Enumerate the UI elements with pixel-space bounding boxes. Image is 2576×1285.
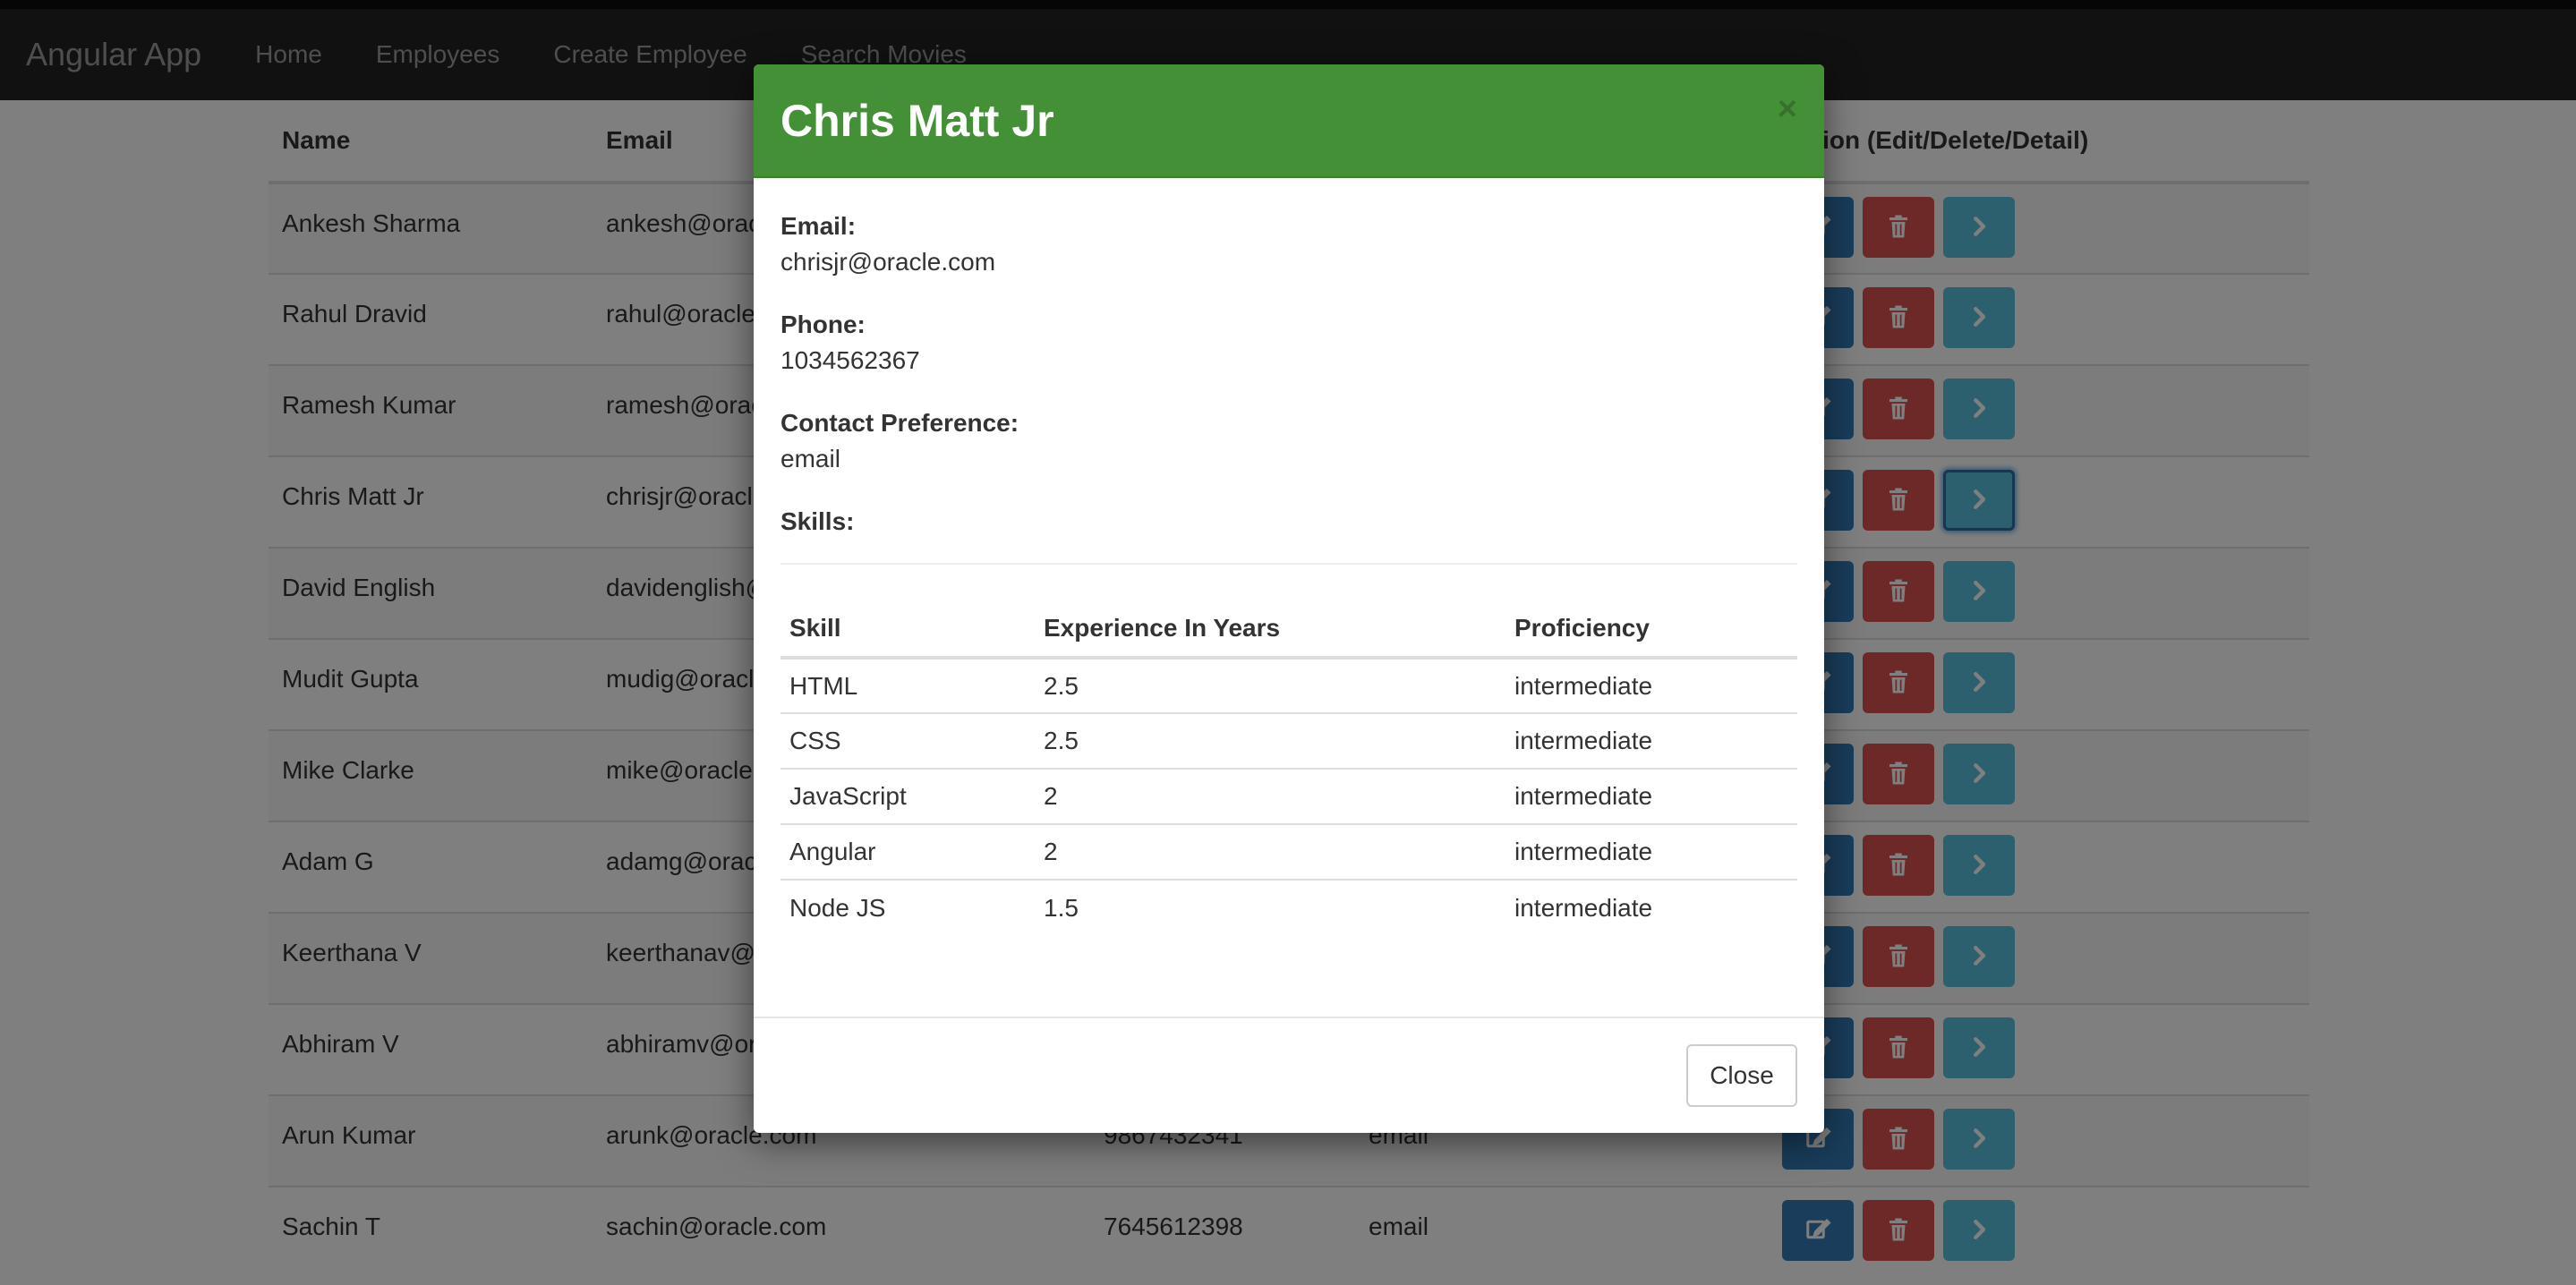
skill-name: JavaScript <box>780 768 1035 824</box>
skill-proficiency: intermediate <box>1506 712 1797 769</box>
modal-header: Chris Matt Jr × <box>754 64 1824 178</box>
skills-table-body: HTML 2.5 intermediate CSS 2.5 intermediate Jav… <box>780 658 1797 935</box>
skill-years: 1.5 <box>1035 879 1506 935</box>
skill-row: HTML 2.5 intermediate <box>780 658 1797 713</box>
phone-value: 1034562367 <box>780 346 920 374</box>
skill-name: HTML <box>789 671 858 700</box>
email-label: Email: <box>780 212 857 240</box>
skill-proficiency: intermediate <box>1506 768 1797 824</box>
skill-name: CSS <box>780 712 1035 769</box>
skills-header-skill: Skill <box>780 600 1035 660</box>
skill-years: 2 <box>1035 768 1506 824</box>
close-button[interactable]: Close <box>1686 1044 1797 1107</box>
skill-row: CSS 2.5 intermediate <box>780 712 1797 769</box>
skills-header-proficiency: Proficiency <box>1506 600 1797 660</box>
skill-years: 2.5 <box>1035 712 1506 769</box>
close-icon[interactable]: × <box>1778 92 1797 126</box>
skills-header-experience: Experience In Years <box>1035 600 1506 660</box>
employee-detail-modal: Chris Matt Jr × Email: chrisjr@oracle.co… <box>754 64 1824 1133</box>
modal-title: Chris Matt Jr <box>780 95 1054 146</box>
skills-header-row: Skill Experience In Years Proficiency <box>780 600 1797 660</box>
contact-preference-value: email <box>780 445 840 472</box>
modal-body: Email: chrisjr@oracle.com Phone: 1034562… <box>754 178 1824 935</box>
skill-row: Node JS 1.5 intermediate <box>780 879 1797 935</box>
skill-row: JavaScript 2 intermediate <box>780 768 1797 824</box>
phone-label: Phone: <box>780 311 866 338</box>
skill-proficiency: intermediate <box>1514 671 1653 700</box>
skill-row: Angular 2 intermediate <box>780 823 1797 880</box>
skills-table: Skill Experience In Years Proficiency HT… <box>780 600 1797 935</box>
skills-label: Skills: <box>780 507 855 535</box>
skill-years: 2.5 <box>1044 671 1079 700</box>
modal-footer: Close <box>754 1017 1824 1133</box>
skill-name: Angular <box>780 823 1035 880</box>
skill-name: Node JS <box>780 879 1035 935</box>
contact-preference-label: Contact Preference: <box>780 409 1019 437</box>
email-value: chrisjr@oracle.com <box>780 248 996 276</box>
skill-proficiency: intermediate <box>1506 879 1797 935</box>
skills-divider <box>780 563 1797 565</box>
skill-years: 2 <box>1035 823 1506 880</box>
skill-proficiency: intermediate <box>1506 823 1797 880</box>
